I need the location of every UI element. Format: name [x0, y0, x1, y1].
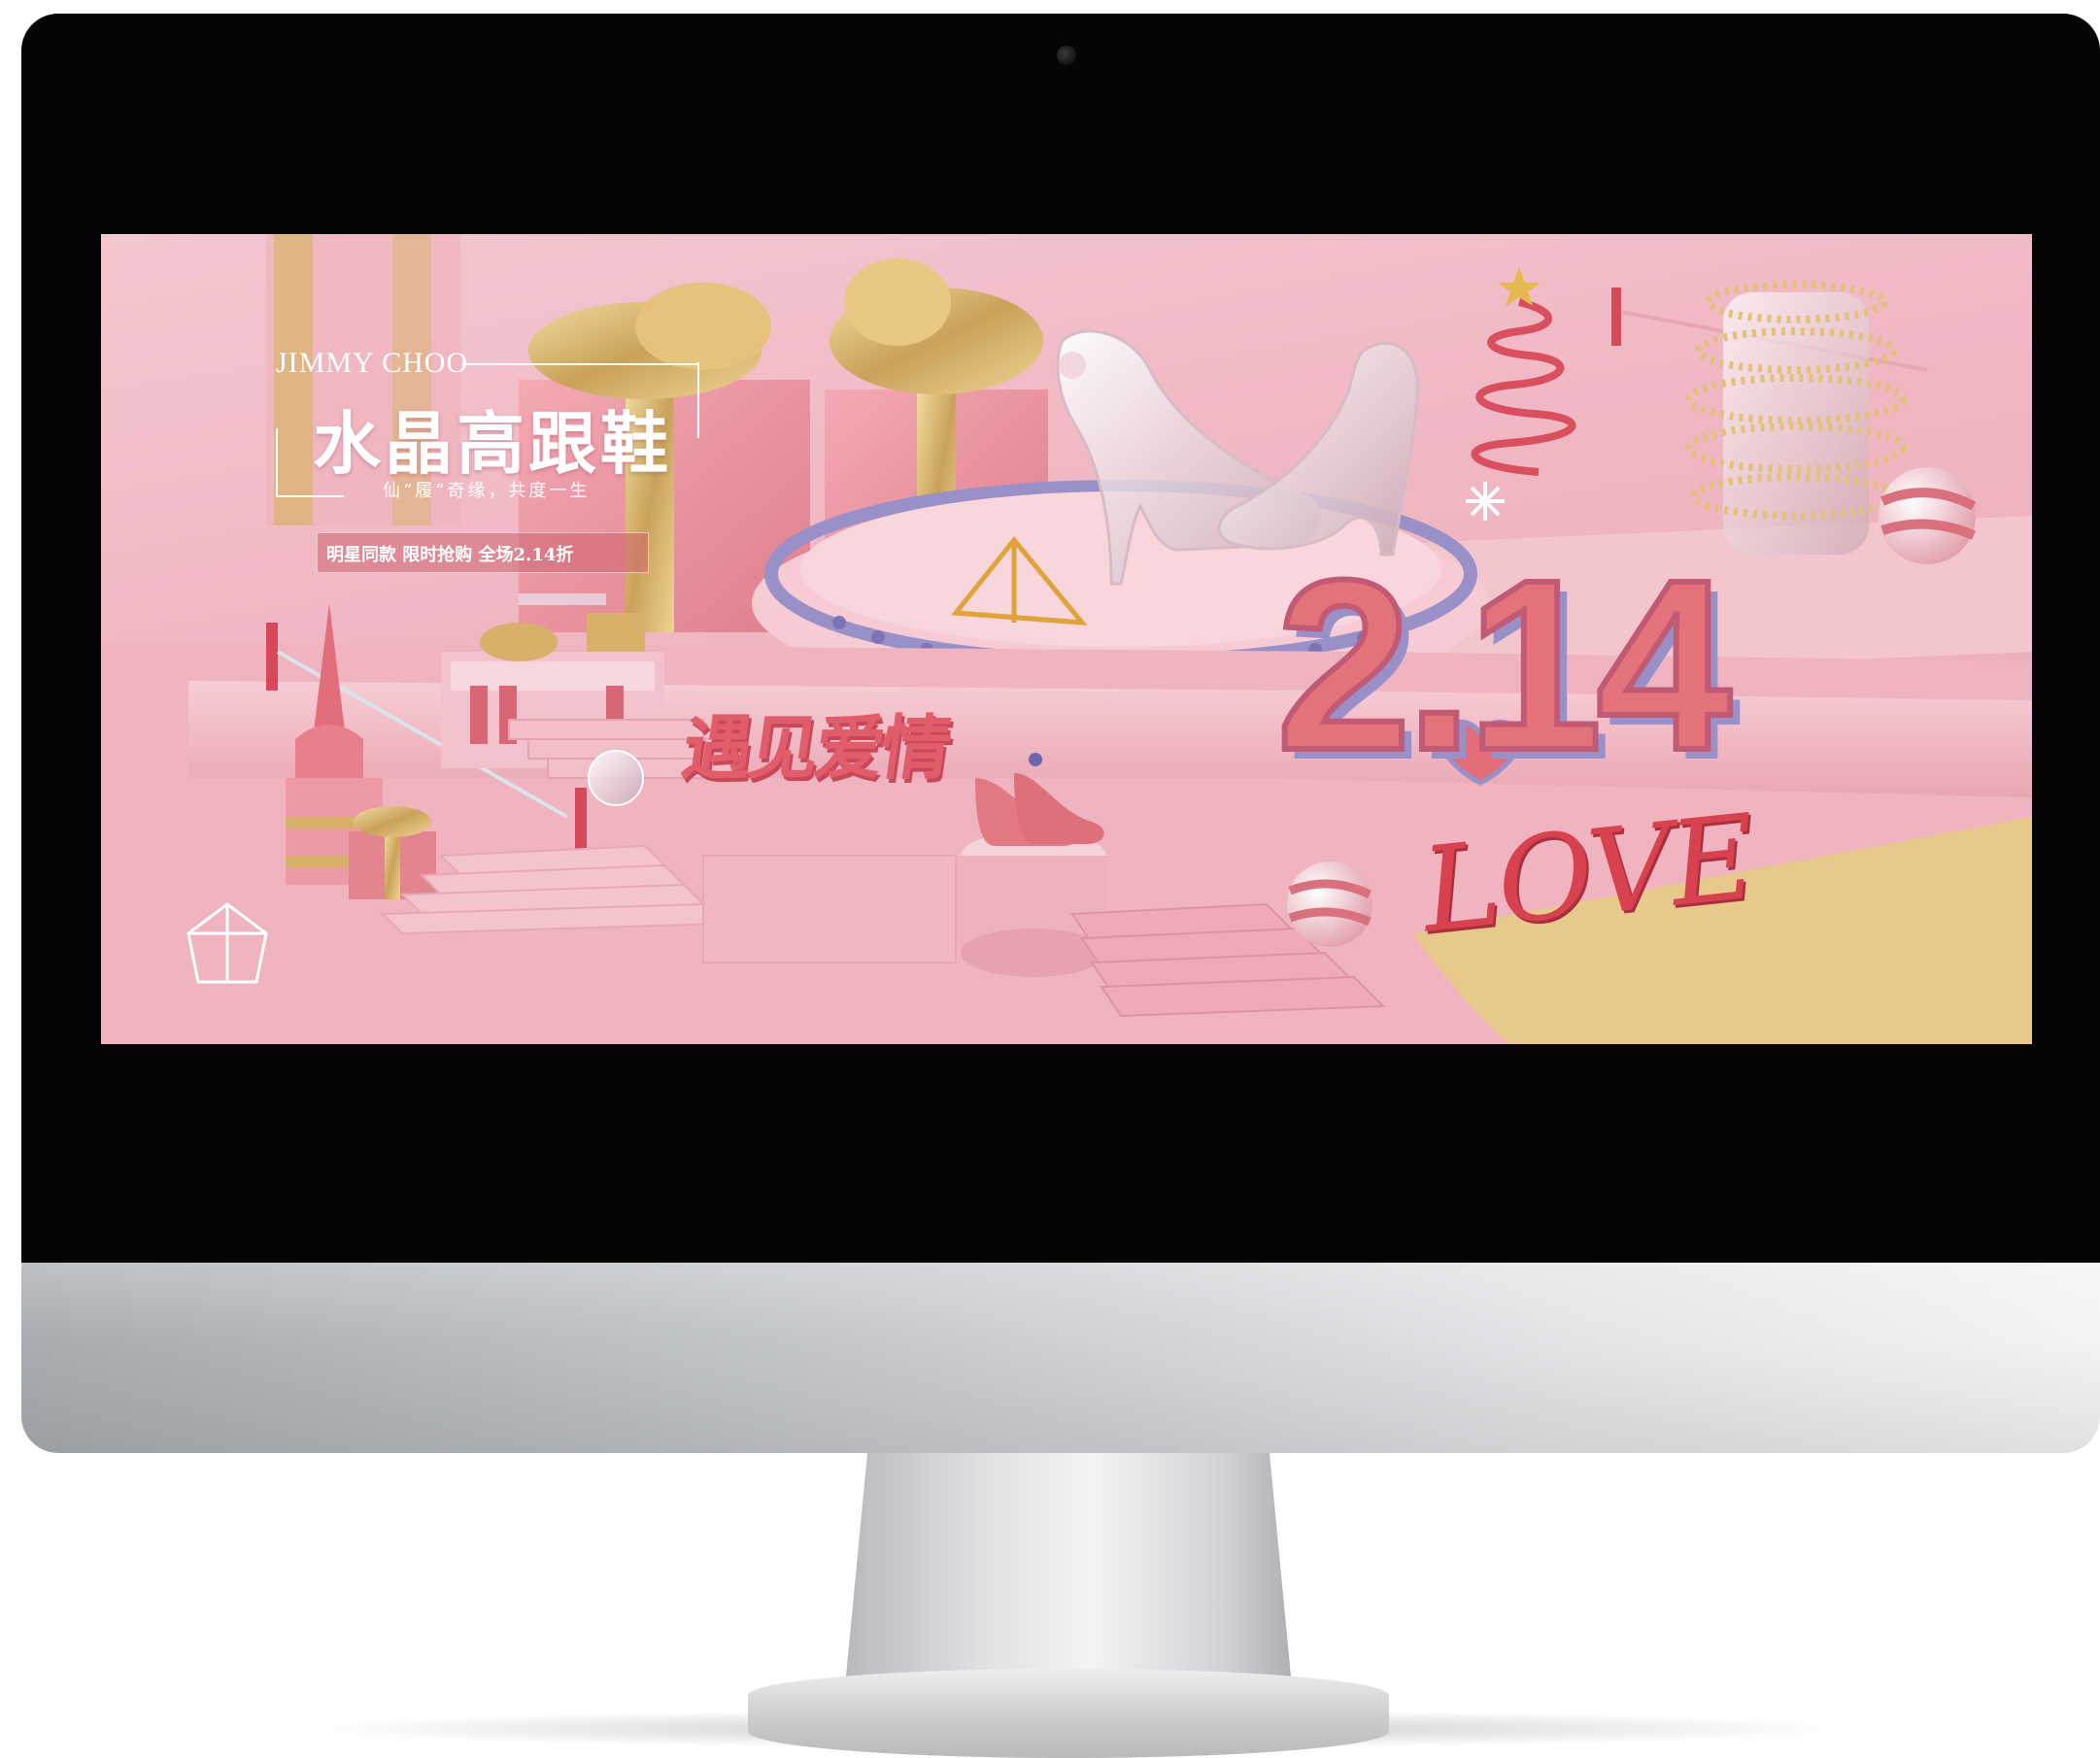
- monitor-stand: [845, 1453, 1292, 1686]
- banner-title: 水晶高跟鞋: [313, 403, 672, 484]
- title-frame-bottom: [276, 495, 344, 497]
- monitor-stand-base: [748, 1669, 1389, 1758]
- title-frame-right: [697, 362, 699, 438]
- purple-bead: [1029, 753, 1042, 766]
- back-ribbon: [274, 234, 313, 525]
- rail-post: [266, 623, 278, 691]
- gift-box-icon: [349, 806, 436, 899]
- snowflake-icon: [1466, 482, 1505, 521]
- headline-cn: 遇见爱情: [677, 707, 954, 789]
- rail-post: [575, 788, 587, 856]
- banner-screen: JIMMY CHOO 水晶高跟鞋 仙“履”奇缘，共度一生 明星同款 限时抢购 全…: [101, 234, 2032, 1044]
- promo-label: 明星同款 限时抢购 全场2.14折: [326, 545, 574, 565]
- monitor-chin-shade: [21, 1263, 2100, 1453]
- banner-subtitle: 仙“履”奇缘，共度一生: [383, 481, 591, 501]
- ornament-ball: [1879, 467, 1977, 564]
- star-icon: [1498, 267, 1541, 306]
- date-graphic: 2.14: [1273, 526, 1735, 803]
- webcam-icon: [1057, 46, 1076, 65]
- glass-ball: [588, 750, 644, 806]
- spiral-tree: [1471, 267, 1576, 476]
- crystal-shoe-icon: [1217, 341, 1420, 557]
- ornament-ball: [1287, 862, 1372, 947]
- rail-post: [1611, 287, 1621, 346]
- brand-rule: [462, 363, 699, 365]
- brand-name: JIMMY CHOO: [276, 347, 469, 379]
- crystal-tower: [1685, 281, 1907, 555]
- title-frame-left: [276, 428, 278, 496]
